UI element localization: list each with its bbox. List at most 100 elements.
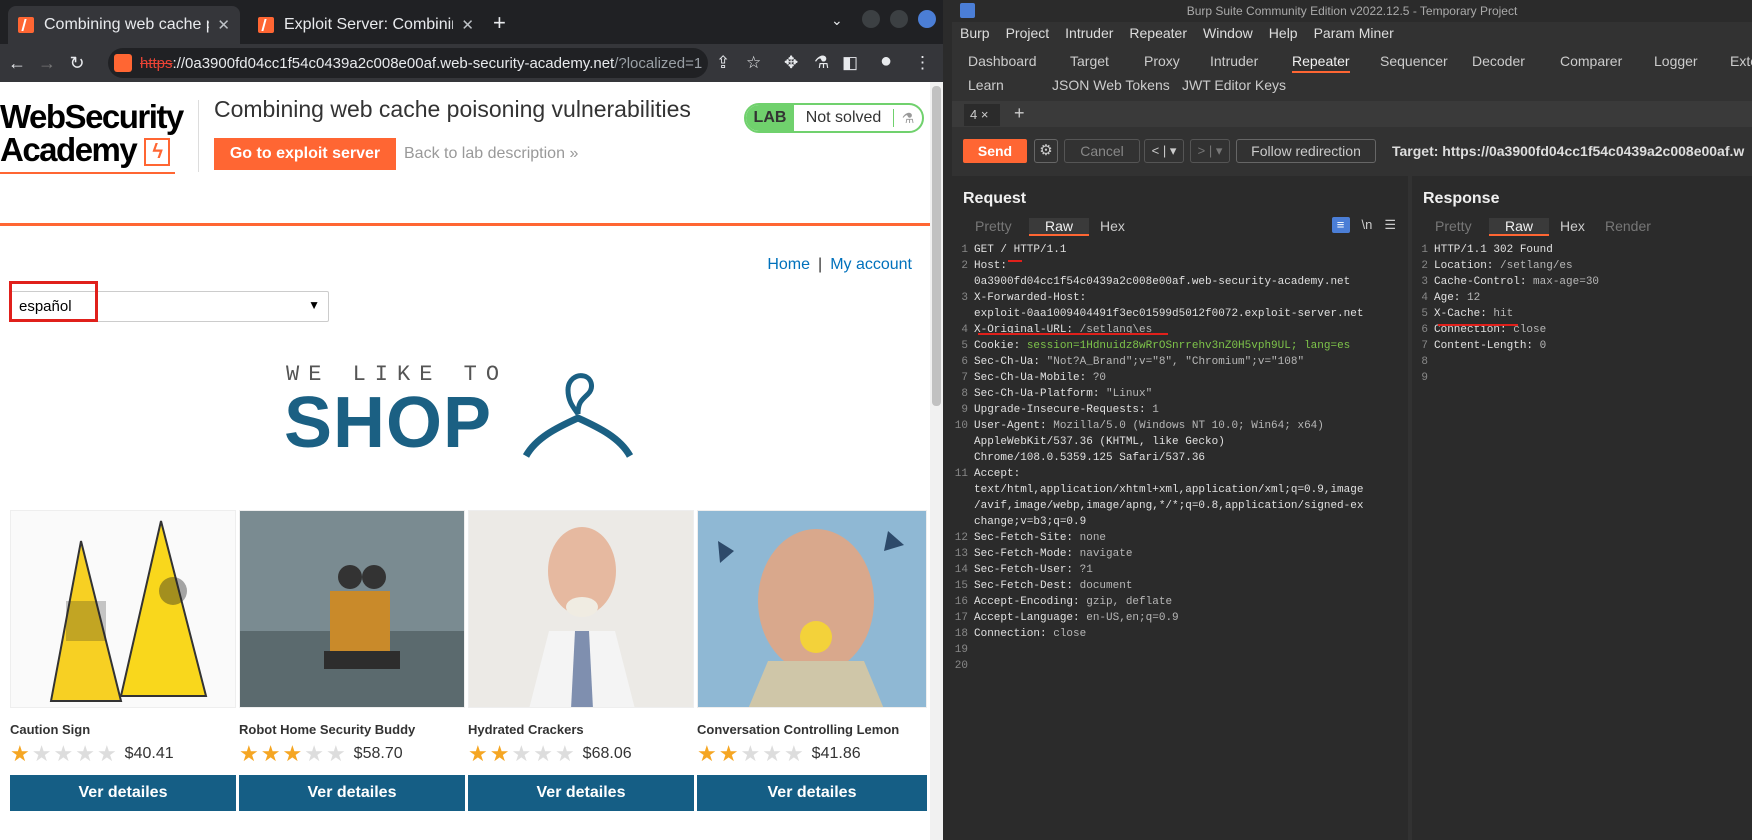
tab-decoder[interactable]: Decoder [1472,53,1525,69]
product-rating: ★ ★ ★ ★ ★ $68.06 [468,743,694,765]
forward-arrow-icon[interactable]: → [32,53,62,74]
response-line: 4 Age: 12 [1421,292,1481,304]
view-details-button[interactable]: Ver detailes [239,775,465,811]
target-url[interactable]: Target: https://0a3900fd04cc1f54c0439a2c… [1392,143,1744,159]
tab-search-chevron-icon[interactable]: ⌄ [831,12,843,29]
tab-lab[interactable]: Combining web cache poisoning vulnerabil… [8,6,240,44]
back-arrow-icon[interactable]: ← [2,53,32,74]
tab-dashboard[interactable]: Dashboard [968,53,1037,69]
tab-title: Combining web cache poisoning vulnerabil… [44,16,209,33]
request-tab-pretty[interactable]: Pretty [975,218,1012,234]
product-price: $68.06 [582,745,632,762]
menu-intruder[interactable]: Intruder [1065,25,1113,41]
product-image[interactable] [468,510,694,708]
web-security-academy-logo[interactable]: WebSecurity Academy ϟ [0,100,200,174]
tab-intruder[interactable]: Intruder [1210,53,1258,69]
product-name: Hydrated Crackers [468,722,584,737]
view-details-button[interactable]: Ver detailes [697,775,927,811]
close-icon[interactable]: ✕ [217,16,230,34]
tab-learn[interactable]: Learn [968,77,1004,93]
tab-extensions[interactable]: Exte [1730,53,1752,69]
product-image[interactable] [697,510,927,708]
side-panel-icon[interactable]: ◧ [842,53,858,73]
tab-comparer[interactable]: Comparer [1560,53,1622,69]
bookmark-star-icon[interactable]: ☆ [746,53,761,73]
repeater-action-bar: Send ⚙ Cancel < | ▾ > | ▾ Follow redirec… [952,137,1752,167]
request-line: 16 Accept-Encoding: gzip, deflate [954,596,1173,608]
request-line: 15 Sec-Fetch-Dest: document [954,580,1133,592]
send-button[interactable]: Send [963,139,1027,163]
tab-repeater[interactable]: Repeater [1292,53,1350,73]
response-editor[interactable]: 1 HTTP/1.1 302 Found 2 Location: /setlang/e… [1412,242,1599,386]
tab-jwt-editor-keys[interactable]: JWT Editor Keys [1182,77,1286,93]
word-wrap-icon[interactable]: ≡ [1331,217,1350,233]
lab-label: LAB [746,105,794,131]
gear-icon[interactable]: ⚙ [1034,139,1058,163]
history-back-button[interactable]: < | ▾ [1144,139,1184,163]
nav-home-link[interactable]: Home [767,256,810,273]
tab-logger[interactable]: Logger [1654,53,1698,69]
product-image[interactable] [10,510,236,708]
address-bar[interactable]: https ://0a3900fd04cc1f54c0439a2c008e00a… [108,48,708,78]
menu-window[interactable]: Window [1203,25,1253,41]
response-tab-hex[interactable]: Hex [1560,218,1585,234]
new-tab-button[interactable]: + [493,10,506,36]
nav-my-account-link[interactable]: My account [830,256,912,273]
view-details-button[interactable]: Ver detailes [468,775,694,811]
request-line: AppleWebKit/537.36 (KHTML, like Gecko) [974,436,1225,448]
repeater-tab-4[interactable]: 4 × [964,104,1000,126]
menu-param-miner[interactable]: Param Miner [1314,25,1394,41]
response-line: 5 X-Cache: hit [1421,308,1514,320]
response-tab-raw[interactable]: Raw [1489,218,1550,236]
logo-line2: Academy [0,131,138,168]
extensions-puzzle-icon[interactable]: ✥ [784,53,798,73]
star-icon: ★ [75,741,95,766]
request-tab-raw[interactable]: Raw [1029,218,1090,236]
reload-icon[interactable]: ↻ [62,53,92,74]
tab-proxy[interactable]: Proxy [1144,53,1180,69]
back-to-lab-description-link[interactable]: Back to lab description » [404,145,578,163]
lab-flask-icon[interactable]: ⚗ [814,53,829,73]
request-line: 12 Sec-Fetch-Site: none [954,532,1107,544]
add-tab-icon[interactable]: + [1014,103,1025,124]
shop-word: SHOP [284,383,493,463]
burp-menu-bar: Burp Project Intruder Repeater Window He… [952,22,1752,44]
product-image[interactable] [239,510,465,708]
menu-help[interactable]: Help [1269,25,1298,41]
kebab-menu-icon[interactable]: ⋮ [914,53,931,73]
newline-toggle-icon[interactable]: \n [1362,217,1373,233]
tab-json-web-tokens[interactable]: JSON Web Tokens [1052,77,1170,93]
request-line: 14 Sec-Fetch-User: ?1 [954,564,1093,576]
go-to-exploit-server-button[interactable]: Go to exploit server [214,138,396,170]
minimize-button[interactable] [862,10,880,28]
nav-separator: | [818,256,823,273]
share-icon[interactable]: ⇪ [716,53,730,73]
response-tab-pretty[interactable]: Pretty [1435,218,1472,234]
follow-redirection-button[interactable]: Follow redirection [1236,139,1376,163]
menu-project[interactable]: Project [1006,25,1050,41]
response-tab-render[interactable]: Render [1605,218,1651,234]
product-card: Caution Sign ★ ★ ★ ★ ★ $40.41 Ver detailes [10,510,236,811]
request-tab-hex[interactable]: Hex [1100,218,1125,234]
star-icon: ★ [762,741,782,766]
tab-target[interactable]: Target [1070,53,1109,69]
close-icon[interactable]: ✕ [461,16,474,34]
tab-exploit-server[interactable]: Exploit Server: Combining web cache pois… [248,6,484,44]
response-pane: Response Pretty Raw Hex Render 1 HTTP/1.1… [1412,176,1752,840]
star-icon: ★ [697,741,717,766]
star-icon: ★ [783,741,804,766]
editor-menu-icon[interactable]: ☰ [1384,217,1396,233]
maximize-button[interactable] [890,10,908,28]
request-editor[interactable]: 1 GET / HTTP/1.1 2 Host: 0a3900fd04cc1f54c04… [952,242,1364,674]
menu-burp[interactable]: Burp [960,25,990,41]
view-details-button[interactable]: Ver detailes [10,775,236,811]
close-window-button[interactable] [918,10,936,28]
menu-repeater[interactable]: Repeater [1129,25,1187,41]
profile-avatar-icon[interactable]: ● [880,50,892,73]
page-scrollbar[interactable] [930,82,943,840]
lab-status: Not solved [794,109,894,127]
tab-sequencer[interactable]: Sequencer [1380,53,1448,69]
history-forward-button[interactable]: > | ▾ [1190,139,1230,163]
cancel-button[interactable]: Cancel [1064,139,1140,163]
product-card: Hydrated Crackers ★ ★ ★ ★ ★ $68.06 Ver detai… [468,510,694,811]
